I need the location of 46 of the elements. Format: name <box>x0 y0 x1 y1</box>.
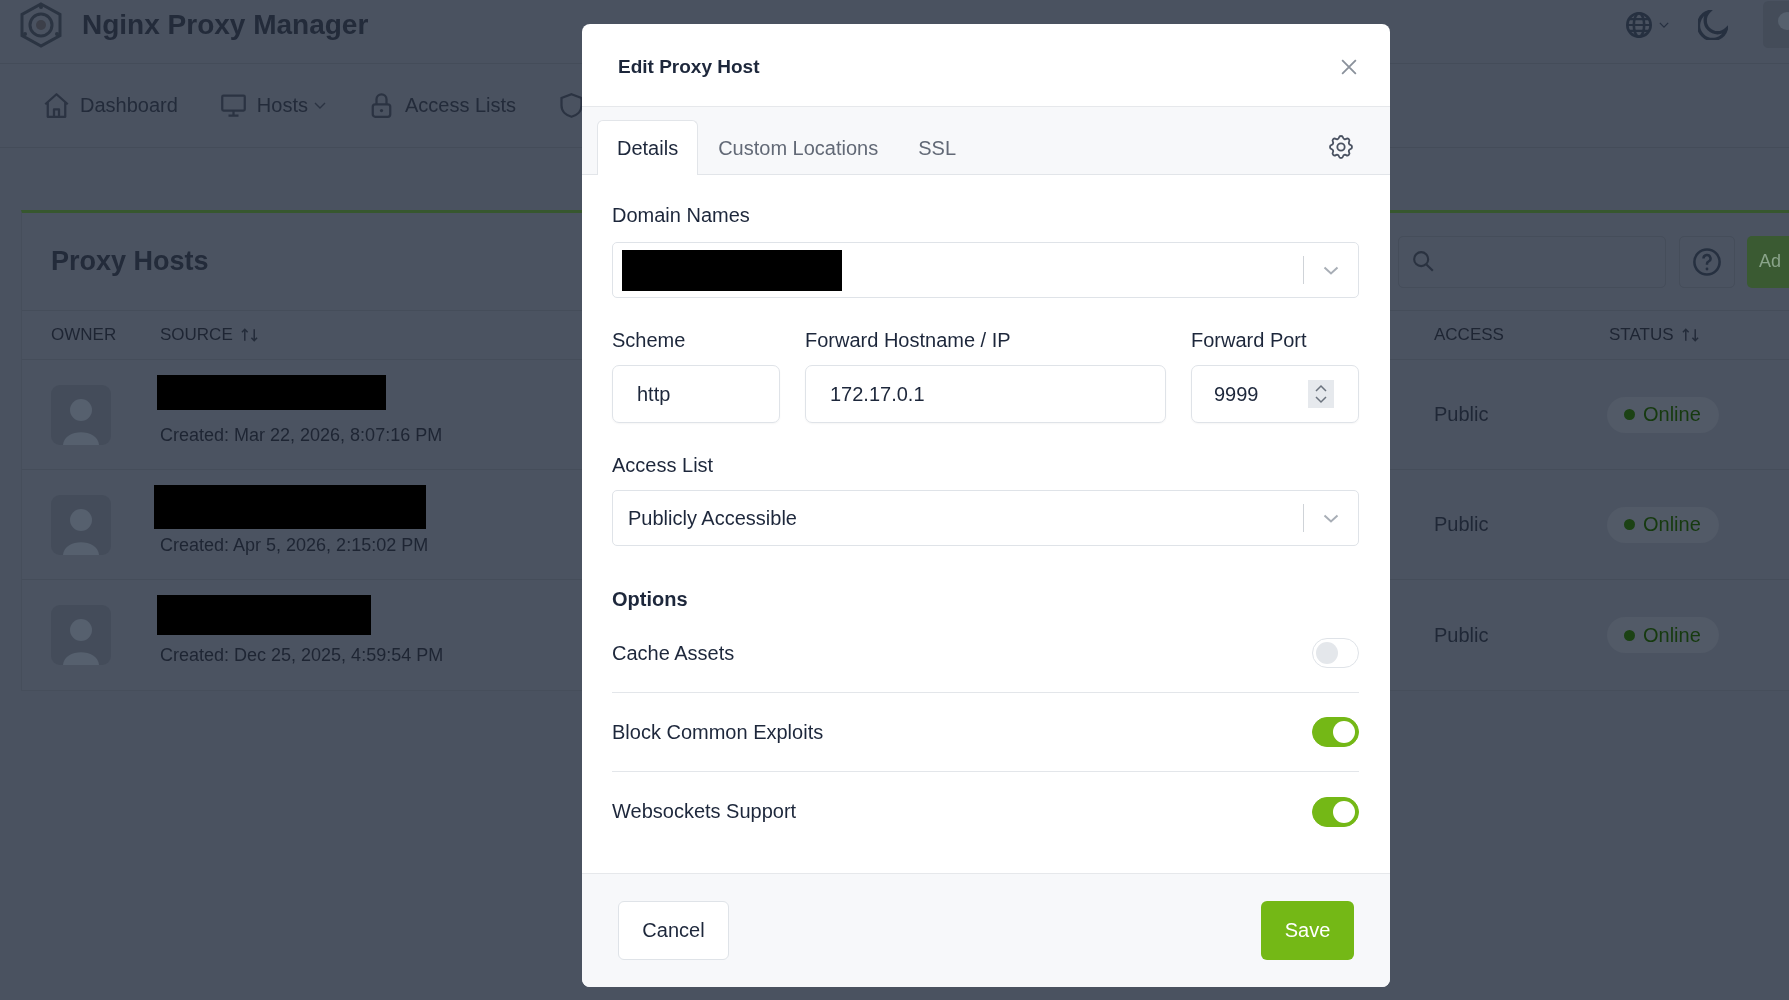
option-label: Block Common Exploits <box>612 720 824 744</box>
scheme-field[interactable]: http <box>612 365 780 423</box>
option-label: Cache Assets <box>612 641 735 665</box>
toggle-switch[interactable] <box>1312 717 1359 747</box>
section-heading: Options <box>612 587 688 611</box>
spinner-arrows-icon[interactable] <box>1308 380 1334 408</box>
moon-icon[interactable] <box>1698 9 1728 40</box>
chevron-down-icon <box>1323 513 1339 523</box>
domain-names-select[interactable] <box>612 242 1359 298</box>
house-icon <box>44 93 69 118</box>
status-dot-icon <box>1624 519 1635 530</box>
chevron-down-icon[interactable] <box>1659 21 1669 28</box>
field-label: Domain Names <box>612 203 750 227</box>
status-dot-icon <box>1624 409 1635 420</box>
status-label: Online <box>1643 513 1701 536</box>
cancel-button[interactable]: Cancel <box>618 901 729 960</box>
search-icon <box>1413 251 1434 272</box>
tab[interactable]: Details <box>597 120 699 175</box>
status-label: Online <box>1643 623 1701 647</box>
chevron-down-icon <box>1323 265 1339 275</box>
monitor-icon <box>220 93 246 118</box>
status-label: Online <box>1643 403 1701 426</box>
tab[interactable]: SSL <box>898 120 977 175</box>
hexagon-logo-icon <box>19 1 63 48</box>
status-dot-icon <box>1624 629 1635 641</box>
sort-arrows-icon[interactable] <box>1681 328 1699 342</box>
dialog-title: Edit Proxy Host <box>618 56 760 78</box>
port-field[interactable]: 9999 <box>1191 365 1359 423</box>
field-label: Access List <box>612 453 714 477</box>
help-button[interactable] <box>1679 235 1735 288</box>
settings-icon[interactable] <box>1329 135 1353 159</box>
option-label: Websockets Support <box>612 800 797 823</box>
tab[interactable]: Custom Locations <box>698 120 899 175</box>
search-field[interactable] <box>1398 235 1666 288</box>
sort-arrows-icon[interactable] <box>240 328 258 342</box>
help-icon <box>1693 247 1721 276</box>
globe-icon[interactable] <box>1626 11 1652 38</box>
field-label: Forward Hostname / IP <box>805 328 1012 352</box>
close-icon[interactable] <box>1341 59 1357 75</box>
field-label: Scheme <box>612 328 687 352</box>
shield-icon[interactable] <box>559 93 585 118</box>
access-list-select[interactable]: Publicly Accessible <box>612 490 1359 546</box>
toggle-switch[interactable] <box>1312 796 1359 827</box>
hostname-field[interactable]: 172.17.0.1 <box>805 365 1166 423</box>
field-label: Forward Port <box>1191 328 1308 352</box>
add-button[interactable]: Ad <box>1747 235 1789 288</box>
